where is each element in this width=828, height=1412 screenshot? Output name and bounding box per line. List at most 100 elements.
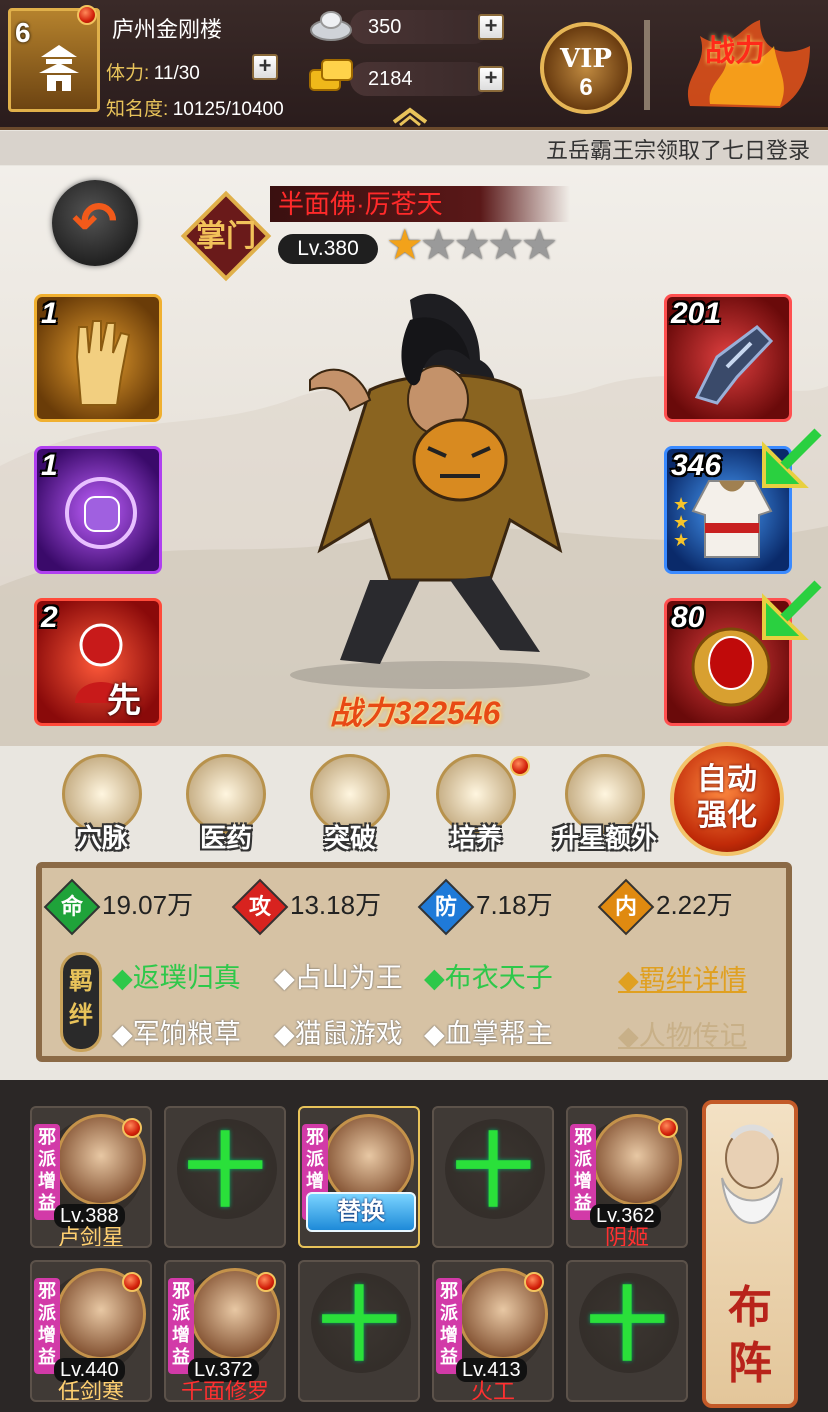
equipment-level: 80: [671, 601, 705, 634]
add-hero-icon: 十: [319, 1281, 399, 1370]
lineup-slot[interactable]: 邪派增益 Lv.362 阴姬: [566, 1106, 688, 1248]
attribute-panel: 命 19.07万 攻 13.18万 防 7.18万 内 2.22万 羁绊 ◆返璞归真 ◆…: [36, 862, 792, 1062]
skill-slot-3[interactable]: 先 2: [34, 598, 162, 726]
lineup-slot[interactable]: 邪派增益 Lv.388 卢剑星: [30, 1106, 152, 1248]
lineup-slot-empty[interactable]: 十: [298, 1260, 420, 1402]
star-upgrade-button[interactable]: 升星额外: [550, 754, 660, 853]
lineup-slot-current[interactable]: 邪派增益 替换: [298, 1106, 420, 1248]
auto-strengthen-button[interactable]: 自动 强化: [670, 742, 784, 856]
notification-dot: [122, 1118, 142, 1138]
notification-dot: [77, 5, 97, 25]
equipment-slot-1[interactable]: 201: [664, 294, 792, 422]
hp-value: 19.07万: [102, 890, 194, 920]
add-hero-icon: 十: [587, 1281, 667, 1370]
bond-detail-link[interactable]: ◆羁绊详情: [618, 958, 747, 997]
hero-name: 千面修罗: [180, 1379, 269, 1402]
chevron-up-icon[interactable]: [390, 104, 430, 126]
star-filled-icon: ★: [386, 221, 424, 268]
fame-row: 知名度: 10125/10400: [106, 94, 284, 121]
hero-name: 阴姬: [604, 1225, 649, 1248]
pagoda-icon: [39, 45, 79, 91]
star-empty-icon: ★: [486, 221, 525, 268]
power-label: 战力: [329, 695, 394, 731]
lineup-slot-empty[interactable]: 十: [164, 1106, 286, 1248]
skill-level: 1: [41, 449, 58, 482]
lineup-slot[interactable]: 邪派增益 Lv.413 火工: [432, 1260, 554, 1402]
biography-link[interactable]: ◆人物传记: [618, 1014, 747, 1053]
skill-slot-1[interactable]: 1: [34, 294, 162, 422]
bond-item: ◆血掌帮主: [424, 1019, 553, 1049]
add-hero-icon: 十: [453, 1127, 533, 1216]
bond-item: ◆返璞归真: [112, 963, 241, 993]
notification-dot: [658, 1118, 678, 1138]
stamina-label: 体力:: [106, 63, 150, 84]
lineup-slot[interactable]: 邪派增益 Lv.440 任剑寒: [30, 1260, 152, 1402]
bond-item: ◆军饷粮草: [112, 1019, 241, 1049]
function-label: 培养: [449, 823, 502, 853]
function-label: 突破: [323, 823, 376, 853]
cultivate-button[interactable]: 培养: [428, 754, 530, 853]
top-status-bar: 6 庐州金刚楼 体力: 11/30 + 知名度: 10125/10400 350…: [0, 0, 828, 130]
function-label: 穴脉: [75, 823, 128, 853]
silver-value: 350: [368, 16, 402, 38]
combat-power-display[interactable]: 战力: [650, 10, 828, 120]
internal-value: 2.22万: [656, 890, 733, 920]
skill-slot-2[interactable]: 1: [34, 446, 162, 574]
hero-name: 任剑寒: [57, 1379, 124, 1402]
gold-ingot-icon: [309, 59, 353, 91]
faction-buff-tag: 邪派增益: [168, 1278, 194, 1374]
formation-button[interactable]: 布阵: [702, 1100, 798, 1408]
player-avatar[interactable]: 6: [8, 5, 100, 112]
upgrade-arrow-icon: [762, 428, 822, 488]
medicine-button[interactable]: 医药: [178, 754, 274, 853]
replace-button[interactable]: 替换: [306, 1192, 416, 1232]
stamina-row: 体力: 11/30: [106, 58, 200, 85]
sect-badge-text: 掌门: [196, 219, 256, 254]
notification-dot: [510, 756, 530, 776]
add-silver-button[interactable]: +: [478, 14, 504, 40]
add-stamina-button[interactable]: +: [252, 54, 278, 80]
fist-skill-icon: [65, 477, 137, 549]
notification-dot: [122, 1272, 142, 1292]
skill-level: 2: [41, 601, 58, 634]
breakthrough-button[interactable]: 突破: [302, 754, 398, 853]
lineup-slot-empty[interactable]: 十: [566, 1260, 688, 1402]
hp-attribute: 命 19.07万: [43, 878, 194, 936]
defense-value: 7.18万: [476, 890, 553, 920]
notification-dot: [256, 1272, 276, 1292]
star-empty-icon: ★: [520, 221, 559, 268]
attack-attribute: 攻 13.18万: [231, 878, 382, 936]
defense-icon: 防: [417, 878, 475, 936]
attack-value: 13.18万: [290, 890, 382, 920]
player-name: 庐州金刚楼: [112, 17, 223, 42]
lineup-slot[interactable]: 邪派增益 Lv.372 千面修罗: [164, 1260, 286, 1402]
equipment-level: 346: [671, 449, 722, 482]
vip-badge[interactable]: VIP 6: [540, 22, 632, 114]
bond-item: ◆猫鼠游戏: [274, 1019, 403, 1049]
meridian-button[interactable]: 穴脉: [54, 754, 150, 853]
sect-master-badge: 掌门: [180, 190, 272, 282]
hero-name: 卢剑星: [57, 1225, 124, 1248]
bond-item: ◆布衣天子: [424, 963, 553, 993]
announcement-text: 五岳霸王宗领取了七日登录: [546, 138, 811, 163]
faction-buff-tag: 邪派增益: [570, 1124, 596, 1220]
silver-ingot-icon: [310, 11, 352, 41]
lineup-slot-empty[interactable]: 十: [432, 1106, 554, 1248]
fame-value: 10125/10400: [172, 99, 284, 120]
hero-name: 半面佛·厉苍天: [270, 186, 570, 222]
star-rating: ★★★★★: [386, 221, 559, 268]
bond-item: ◆占山为王: [274, 963, 403, 993]
add-gold-button[interactable]: +: [478, 66, 504, 92]
sage-portrait-icon: [721, 1124, 783, 1224]
hero-portrait[interactable]: [250, 280, 620, 690]
equipment-stars: ★ ★ ★: [673, 494, 690, 550]
internal-icon: 内: [597, 878, 655, 936]
add-hero-icon: 十: [185, 1127, 265, 1216]
first-strike-text: 先: [107, 682, 141, 720]
internal-attribute: 内 2.22万: [597, 878, 733, 936]
faction-buff-tag: 邪派增益: [34, 1124, 60, 1220]
attack-icon: 攻: [231, 878, 289, 936]
back-button[interactable]: ↶: [52, 180, 138, 266]
star-empty-icon: ★: [419, 221, 458, 268]
gold-value: 2184: [368, 68, 413, 90]
